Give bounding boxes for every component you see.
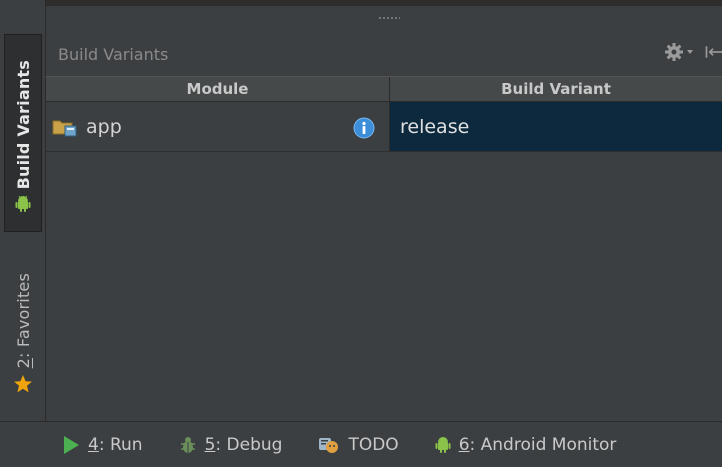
bug-icon (179, 435, 197, 455)
todo-tool-label: TODO (348, 434, 399, 455)
debug-text: : Debug (215, 434, 283, 455)
todo-icon (318, 435, 340, 455)
android-monitor-text: : Android Monitor (469, 434, 617, 455)
favorites-text: : Favorites (13, 272, 33, 358)
bottom-tool-bar: 4: Run 5: Debug TODO 6: Android Monitor (0, 421, 722, 467)
module-folder-icon (52, 117, 78, 137)
run-tool-button[interactable]: 4: Run (62, 435, 143, 455)
debug-tool-label: 5: Debug (205, 435, 283, 455)
build-variant-value: release (400, 115, 470, 138)
column-header-module[interactable]: Module (46, 77, 390, 101)
panel-title: Build Variants (58, 44, 169, 64)
table-header: Module Build Variant (46, 76, 722, 102)
star-icon (13, 374, 33, 398)
module-cell[interactable]: app (46, 102, 390, 151)
chevron-down-icon (687, 50, 693, 54)
run-text: : Run (98, 434, 143, 455)
android-monitor-tool-label: 6: Android Monitor (459, 435, 617, 455)
module-name: app (86, 115, 122, 138)
tab-build-variants-label: Build Variants (13, 59, 33, 189)
android-icon (15, 195, 31, 217)
gear-icon[interactable] (664, 42, 694, 62)
android-icon (435, 436, 451, 454)
build-variant-cell[interactable]: release (390, 102, 722, 151)
debug-mnemonic: 5 (204, 434, 216, 455)
todo-tool-button[interactable]: TODO (318, 434, 399, 455)
hide-panel-icon[interactable] (704, 42, 722, 62)
run-mnemonic: 4 (88, 434, 99, 455)
strip-top-spacer (0, 0, 46, 34)
play-icon (62, 435, 80, 455)
debug-tool-button[interactable]: 5: Debug (179, 435, 283, 455)
android-monitor-mnemonic: 6 (458, 434, 470, 455)
build-variants-panel: Build Variants Module Build Variant app … (46, 0, 722, 421)
table-row[interactable]: app release (46, 102, 722, 152)
panel-header: Build Variants (46, 34, 722, 74)
left-tool-strip: Build Variants 2: Favorites (0, 0, 46, 421)
tab-build-variants[interactable]: Build Variants (4, 34, 42, 232)
android-monitor-tool-button[interactable]: 6: Android Monitor (435, 435, 617, 455)
panel-resize-handle[interactable] (46, 0, 722, 34)
favorites-mnemonic: 2 (13, 357, 33, 368)
drag-grip-icon (378, 16, 400, 20)
run-tool-label: 4: Run (88, 435, 143, 455)
column-header-build-variant[interactable]: Build Variant (390, 77, 722, 101)
tab-favorites-label: 2: Favorites (14, 273, 33, 368)
tab-favorites[interactable]: 2: Favorites (4, 246, 42, 406)
info-icon[interactable] (353, 117, 375, 143)
panel-header-tools (664, 42, 722, 62)
